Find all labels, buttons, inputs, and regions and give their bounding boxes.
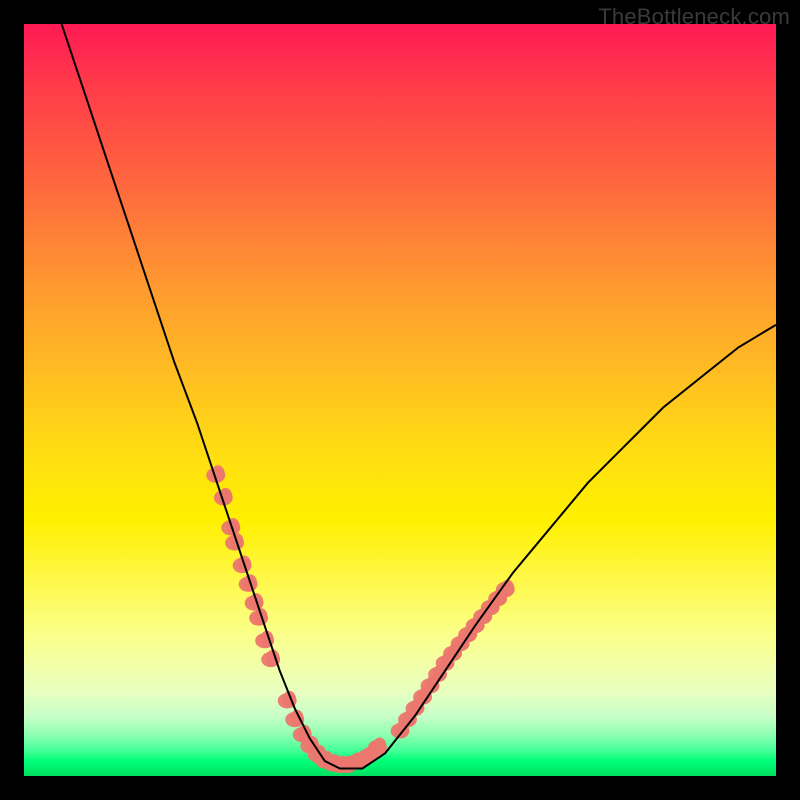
watermark-text: TheBottleneck.com xyxy=(598,4,790,30)
chart-container: TheBottleneck.com xyxy=(0,0,800,800)
plot-area xyxy=(24,24,776,776)
bottleneck-curve xyxy=(62,24,776,769)
chart-svg xyxy=(24,24,776,776)
marker-layer xyxy=(206,465,514,773)
